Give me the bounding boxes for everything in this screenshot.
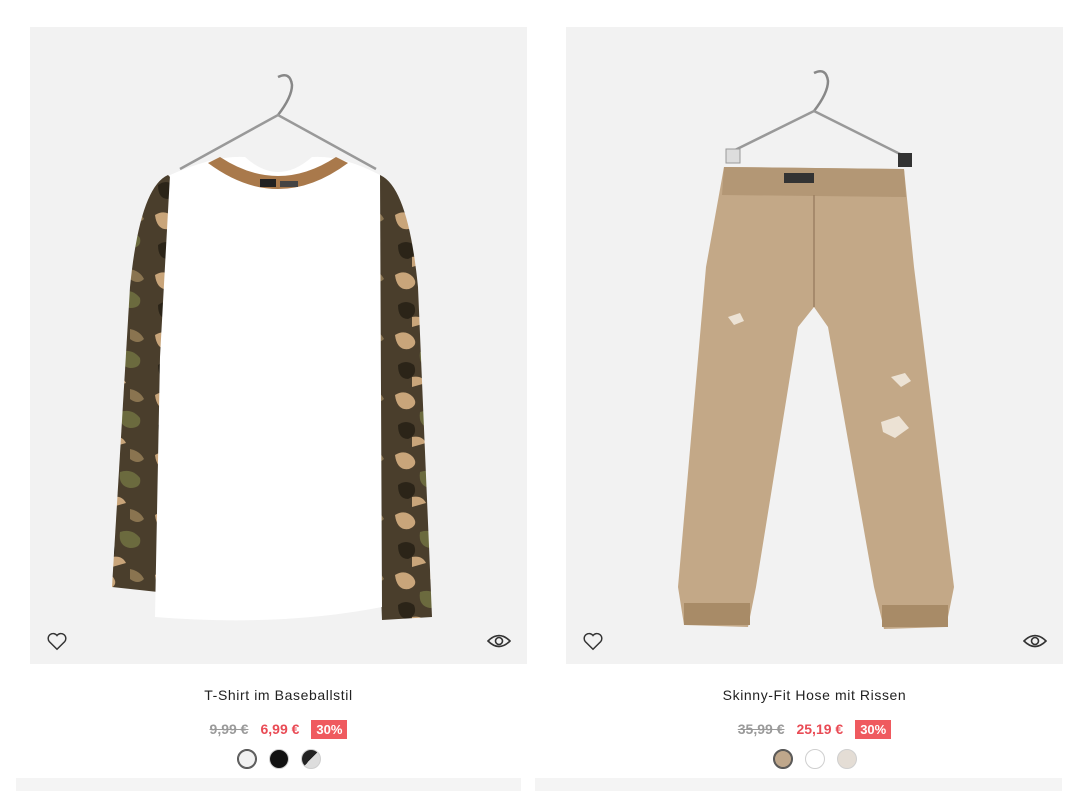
product-card-tshirt[interactable]: T-Shirt im Baseballstil 9,99 € 6,99 € 30… (30, 27, 527, 769)
product-name[interactable]: Skinny-Fit Hose mit Rissen (566, 687, 1063, 705)
eye-icon[interactable] (487, 632, 511, 650)
old-price: 9,99 € (209, 721, 249, 737)
price-row: 35,99 € 25,19 € 30% (566, 718, 1063, 740)
sale-price: 6,99 € (260, 721, 300, 737)
jeans-image (678, 70, 954, 629)
discount-badge: 30% (855, 719, 892, 739)
color-swatches (30, 749, 527, 769)
tshirt-image (112, 74, 432, 621)
old-price: 35,99 € (737, 721, 785, 737)
swatch-grey-white[interactable] (300, 749, 321, 769)
swatch-white[interactable] (804, 749, 825, 769)
eye-icon[interactable] (1023, 632, 1047, 650)
product-name[interactable]: T-Shirt im Baseballstil (30, 687, 527, 705)
next-row-card-edge (16, 778, 521, 791)
heart-icon[interactable] (582, 630, 604, 652)
swatch-black[interactable] (268, 749, 289, 769)
swatch-beige[interactable] (772, 749, 793, 769)
sale-price: 25,19 € (796, 721, 844, 737)
heart-icon[interactable] (46, 630, 68, 652)
price-row: 9,99 € 6,99 € 30% (30, 718, 527, 740)
product-image-jeans[interactable] (566, 27, 1063, 664)
product-card-jeans[interactable]: Skinny-Fit Hose mit Rissen 35,99 € 25,19… (566, 27, 1063, 769)
next-row-card-edge (535, 778, 1062, 791)
color-swatches (566, 749, 1063, 769)
product-image-tshirt[interactable] (30, 27, 527, 664)
discount-badge: 30% (311, 719, 348, 739)
swatch-white[interactable] (236, 749, 257, 769)
swatch-light-grey[interactable] (836, 749, 857, 769)
